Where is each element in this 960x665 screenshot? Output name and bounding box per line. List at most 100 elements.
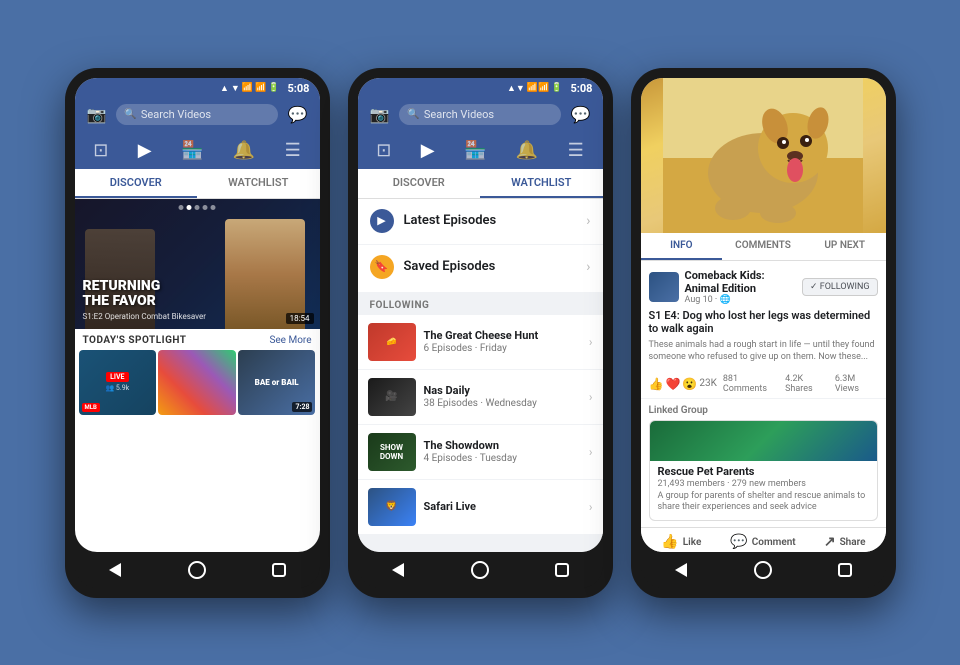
tabs-1: DISCOVER WATCHLIST: [75, 169, 320, 199]
tab-discover-2[interactable]: DISCOVER: [358, 169, 481, 198]
messenger-icon-1[interactable]: 💬: [284, 103, 312, 126]
hero-overlay: RETURNINGTHE FAVOR S1:E2 Operation Comba…: [83, 279, 206, 321]
menu-icon-1[interactable]: ☰: [279, 138, 307, 163]
home-icon-1[interactable]: ⊡: [87, 138, 114, 163]
show-chevron-cheese: ›: [589, 335, 593, 349]
store-icon-1[interactable]: 🏪: [175, 138, 209, 163]
spotlight-label: TODAY'S SPOTLIGHT: [83, 335, 187, 346]
group-desc: A group for parents of shelter and rescu…: [658, 491, 869, 514]
back-btn-3[interactable]: [671, 560, 691, 580]
live-icon-2: MLB: [82, 403, 100, 412]
play-icon-2[interactable]: ▶: [415, 138, 441, 163]
search-bar-1[interactable]: 🔍 Search Videos: [116, 104, 277, 125]
follow-button[interactable]: ✓ FOLLOWING: [802, 278, 878, 296]
show-meta: Aug 10 · 🌐: [685, 295, 796, 305]
action-bar: 👍 Like 💬 Comment ↗ Share: [641, 527, 886, 551]
show-header-row: Comeback Kids: Animal Edition Aug 10 · 🌐…: [641, 261, 886, 309]
back-btn-1[interactable]: [105, 560, 125, 580]
show-row-safari[interactable]: 🦁 Safari Live ›: [358, 480, 603, 534]
like-button[interactable]: 👍 Like: [641, 534, 723, 550]
status-bar-1: ▲ ▼ 📶 📶 🔋 5:08: [75, 78, 320, 97]
phone-1-screen: ▲ ▼ 📶 📶 🔋 5:08 📷 🔍 Search Videos 💬: [75, 78, 320, 552]
show-row-showdown[interactable]: SHOWDOWN The Showdown 4 Episodes · Tuesd…: [358, 425, 603, 480]
status-time-2: 5:08: [570, 82, 592, 95]
phone-3-screen: INFO COMMENTS UP NEXT Comeback Kids: Ani…: [641, 78, 886, 552]
home-btn-3[interactable]: [753, 560, 773, 580]
hero-duration: 18:54: [286, 313, 314, 324]
search-bar-2[interactable]: 🔍 Search Videos: [399, 104, 560, 125]
show-thumb-nas: 🎥: [368, 378, 416, 416]
phone-bottom-bar-3: [641, 552, 886, 588]
recent-btn-1[interactable]: [269, 560, 289, 580]
saved-episodes-row[interactable]: 🔖 Saved Episodes ›: [358, 244, 603, 289]
watchlist-section: ▶ Latest Episodes › 🔖 Saved Episodes › F…: [358, 199, 603, 552]
wow-icon: 😮: [682, 377, 697, 391]
search-placeholder-2: Search Videos: [424, 108, 494, 121]
back-btn-2[interactable]: [388, 560, 408, 580]
menu-icon-2[interactable]: ☰: [562, 138, 590, 163]
episode-desc: These animals had a rough start in life …: [641, 339, 886, 370]
show-row-nas[interactable]: 🎥 Nas Daily 38 Episodes · Wednesday ›: [358, 370, 603, 425]
play-icon-1[interactable]: ▶: [132, 138, 158, 163]
search-icon-2: 🔍: [407, 109, 419, 120]
following-label: FOLLOWING: [358, 292, 603, 315]
saved-chevron: ›: [586, 259, 590, 275]
bell-icon-2[interactable]: 🔔: [510, 138, 544, 163]
store-icon-2[interactable]: 🏪: [458, 138, 492, 163]
live-badge: LIVE: [106, 372, 128, 382]
show-thumb-safari: 🦁: [368, 488, 416, 526]
info-tabs: INFO COMMENTS UP NEXT: [641, 233, 886, 261]
thumb-colorful[interactable]: [158, 350, 236, 415]
show-avatar: [649, 272, 679, 302]
hero-dots: [179, 205, 216, 210]
show-info-safari: Safari Live: [424, 500, 589, 514]
group-card[interactable]: Rescue Pet Parents 21,493 members · 279 …: [649, 420, 878, 521]
home-btn-2[interactable]: [470, 560, 490, 580]
show-name: Comeback Kids: Animal Edition: [685, 269, 796, 295]
comment-button[interactable]: 💬 Comment: [722, 534, 804, 550]
home-btn-1[interactable]: [187, 560, 207, 580]
latest-icon: ▶: [370, 209, 394, 233]
bell-icon-1[interactable]: 🔔: [227, 138, 261, 163]
show-name-cheese: The Great Cheese Hunt: [424, 329, 589, 342]
search-icon-1: 🔍: [124, 109, 136, 120]
recent-btn-3[interactable]: [835, 560, 855, 580]
like-label: Like: [683, 537, 702, 548]
messenger-icon-2[interactable]: 💬: [567, 103, 595, 126]
reactions: 👍 ❤️ 😮 23K: [649, 377, 717, 391]
tab-watchlist-2[interactable]: WATCHLIST: [480, 169, 603, 198]
camera-icon-2[interactable]: 📷: [366, 103, 394, 126]
latest-episodes-row[interactable]: ▶ Latest Episodes ›: [358, 199, 603, 243]
home-icon-2[interactable]: ⊡: [370, 138, 397, 163]
recent-btn-2[interactable]: [552, 560, 572, 580]
tab-comments[interactable]: COMMENTS: [722, 233, 804, 260]
tab-info[interactable]: INFO: [641, 233, 723, 260]
phone-bottom-bar-1: [75, 552, 320, 588]
share-label: Share: [840, 537, 866, 548]
camera-icon-1[interactable]: 📷: [83, 103, 111, 126]
phone-3: INFO COMMENTS UP NEXT Comeback Kids: Ani…: [631, 68, 896, 598]
show-chevron-nas: ›: [589, 390, 593, 404]
reaction-row: 👍 ❤️ 😮 23K 881 Comments 4.2K Shares 6.3M…: [641, 370, 886, 399]
show-row-cheese[interactable]: 🧀 The Great Cheese Hunt 6 Episodes · Fri…: [358, 315, 603, 370]
linked-group-section: Linked Group Rescue Pet Parents 21,493 m…: [641, 399, 886, 527]
phone-2-screen: ▲▼ 📶📶 🔋 5:08 📷 🔍 Search Videos 💬 ⊡ ▶: [358, 78, 603, 552]
tab-up-next[interactable]: UP NEXT: [804, 233, 886, 260]
search-placeholder-1: Search Videos: [141, 108, 211, 121]
spotlight-header: TODAY'S SPOTLIGHT See More: [75, 329, 320, 350]
thumb-bae[interactable]: BAE or BAIL 7:28: [238, 350, 316, 415]
phone-2: ▲▼ 📶📶 🔋 5:08 📷 🔍 Search Videos 💬 ⊡ ▶: [348, 68, 613, 598]
tab-discover-1[interactable]: DISCOVER: [75, 169, 198, 198]
thumb-duration: 7:28: [292, 402, 312, 412]
see-more-btn[interactable]: See More: [269, 335, 311, 346]
thumb-mlb[interactable]: LIVE 👥 5.9k MLB: [79, 350, 157, 415]
saved-icon: 🔖: [370, 255, 394, 279]
group-info: Rescue Pet Parents 21,493 members · 279 …: [650, 461, 877, 520]
video-hero: [641, 78, 886, 233]
share-button[interactable]: ↗ Share: [804, 534, 886, 550]
group-name: Rescue Pet Parents: [658, 465, 869, 478]
tab-watchlist-1[interactable]: WATCHLIST: [197, 169, 320, 198]
status-bar-2: ▲▼ 📶📶 🔋 5:08: [358, 78, 603, 97]
dog-svg: [663, 78, 863, 233]
bottom-nav-1: ⊡ ▶ 🏪 🔔 ☰: [75, 132, 320, 169]
